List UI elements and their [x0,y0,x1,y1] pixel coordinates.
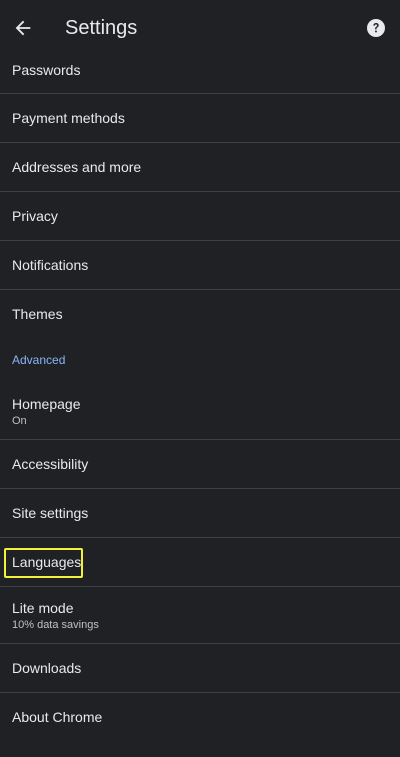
setting-label: Homepage [12,396,81,412]
setting-themes[interactable]: Themes [0,290,400,339]
setting-languages[interactable]: Languages [0,538,400,587]
setting-label: Notifications [12,257,89,273]
page-title: Settings [65,17,138,39]
setting-label: Payment methods [12,110,125,126]
setting-label: Addresses and more [12,159,142,175]
back-button[interactable] [10,15,36,41]
setting-accessibility[interactable]: Accessibility [0,440,400,489]
setting-lite-mode[interactable]: Lite mode 10% data savings [0,587,400,644]
setting-site-settings[interactable]: Site settings [0,489,400,538]
help-circle-icon [367,19,385,37]
settings-list: Passwords Payment methods Addresses and … [0,45,400,742]
setting-homepage[interactable]: Homepage On [0,383,400,440]
arrow-back-icon [15,20,31,36]
setting-label: Passwords [12,62,81,78]
section-header-label: Advanced [12,353,66,367]
setting-notifications[interactable]: Notifications [0,241,400,290]
setting-summary: On [12,415,27,427]
setting-label: Site settings [12,505,89,521]
setting-label: Themes [12,306,63,322]
help-button[interactable] [366,18,386,38]
setting-label: About Chrome [12,709,103,725]
setting-label: Lite mode [12,600,74,616]
setting-downloads[interactable]: Downloads [0,644,400,693]
setting-privacy[interactable]: Privacy [0,192,400,241]
setting-payment-methods[interactable]: Payment methods [0,94,400,143]
setting-passwords[interactable]: Passwords [0,45,400,94]
setting-label: Languages [12,554,82,570]
setting-summary: 10% data savings [12,619,99,631]
setting-label: Downloads [12,660,82,676]
setting-addresses[interactable]: Addresses and more [0,143,400,192]
setting-label: Privacy [12,208,58,224]
setting-about-chrome[interactable]: About Chrome [0,693,400,742]
section-header-advanced: Advanced [0,339,400,383]
setting-label: Accessibility [12,456,89,472]
